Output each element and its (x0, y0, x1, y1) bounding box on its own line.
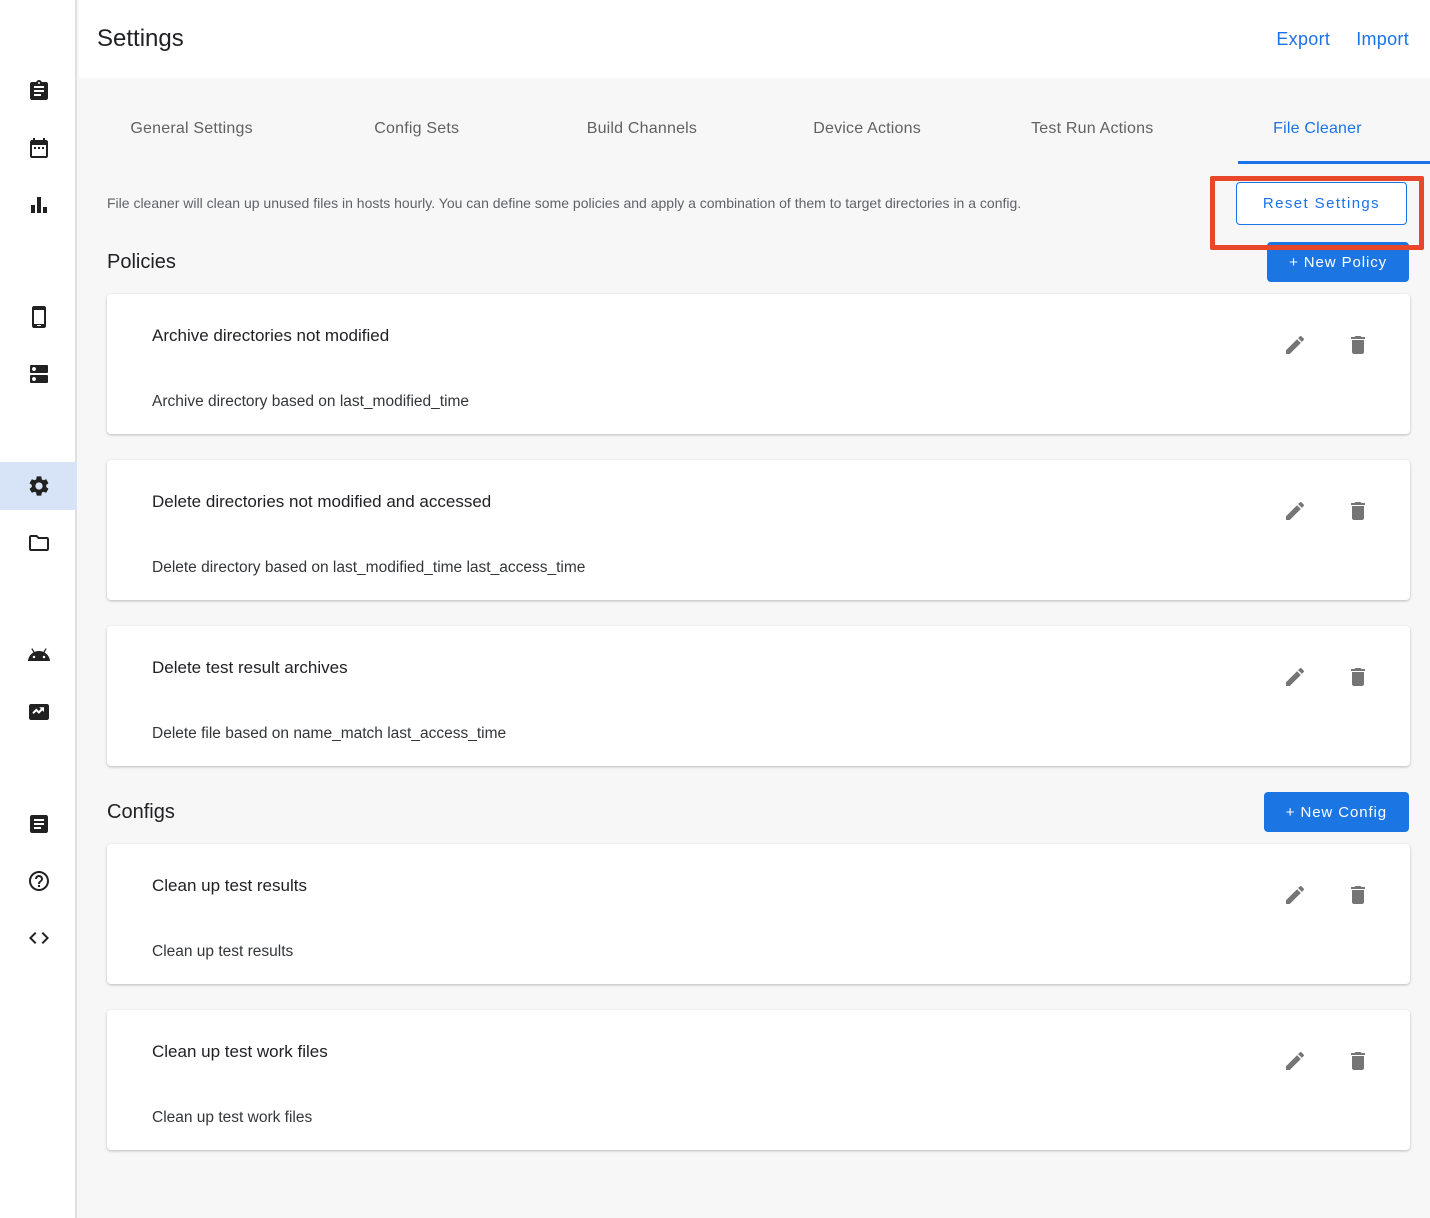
trash-icon (1346, 333, 1370, 357)
edit-config-button[interactable] (1282, 1049, 1308, 1075)
pulse-chart-icon (27, 700, 51, 724)
help-icon (27, 869, 51, 893)
tab-build-channels[interactable]: Build Channels (529, 120, 754, 164)
config-subtitle: Clean up test results (152, 943, 307, 961)
import-link[interactable]: Import (1356, 29, 1409, 50)
android-icon (27, 643, 51, 667)
edit-policy-button[interactable] (1282, 333, 1308, 359)
policy-subtitle: Delete file based on name_match last_acc… (152, 725, 506, 743)
export-link[interactable]: Export (1276, 29, 1330, 50)
dns-icon (27, 362, 51, 386)
configs-heading: Configs (107, 801, 175, 824)
sidebar-item-help[interactable] (0, 857, 77, 905)
delete-policy-button[interactable] (1345, 665, 1371, 691)
clipboard-icon (27, 79, 51, 103)
pencil-icon (1283, 665, 1307, 689)
policies-section-header: Policies + New Policy (79, 242, 1430, 282)
article-icon (27, 812, 51, 836)
pencil-icon (1283, 333, 1307, 357)
pencil-icon (1283, 499, 1307, 523)
delete-config-button[interactable] (1345, 883, 1371, 909)
delete-policy-button[interactable] (1345, 499, 1371, 525)
page-header: Settings Export Import (79, 0, 1430, 78)
settings-tab-bar: General Settings Config Sets Build Chann… (79, 78, 1430, 164)
reset-settings-button[interactable]: Reset Settings (1236, 182, 1407, 225)
tab-test-run-actions[interactable]: Test Run Actions (980, 120, 1205, 164)
trash-icon (1346, 499, 1370, 523)
smartphone-icon (27, 305, 51, 329)
edit-policy-button[interactable] (1282, 499, 1308, 525)
policy-subtitle: Delete directory based on last_modified_… (152, 559, 585, 577)
trash-icon (1346, 883, 1370, 907)
new-policy-button[interactable]: + New Policy (1267, 242, 1409, 282)
sidebar (0, 0, 77, 1218)
tab-general-settings[interactable]: General Settings (79, 120, 304, 164)
file-cleaner-description-row: File cleaner will clean up unused files … (79, 164, 1430, 228)
folder-icon (27, 531, 51, 555)
pencil-icon (1283, 1049, 1307, 1073)
policy-title: Archive directories not modified (152, 326, 469, 346)
sidebar-item-reports[interactable] (0, 181, 77, 229)
sidebar-item-settings[interactable] (0, 462, 77, 510)
trash-icon (1346, 665, 1370, 689)
file-cleaner-description: File cleaner will clean up unused files … (107, 195, 1021, 211)
sidebar-item-tests[interactable] (0, 67, 77, 115)
sidebar-item-file-browser[interactable] (0, 519, 77, 567)
config-title: Clean up test results (152, 876, 307, 896)
page-title: Settings (97, 25, 184, 53)
config-card: Clean up test results Clean up test resu… (107, 844, 1410, 984)
sidebar-item-logs[interactable] (0, 800, 77, 848)
sidebar-item-devices[interactable] (0, 293, 77, 341)
header-links: Export Import (1276, 29, 1409, 50)
sidebar-item-hosts[interactable] (0, 350, 77, 398)
tab-config-sets[interactable]: Config Sets (304, 120, 529, 164)
configs-section-header: Configs + New Config (79, 792, 1430, 832)
config-title: Clean up test work files (152, 1042, 328, 1062)
new-config-button[interactable]: + New Config (1264, 792, 1409, 832)
edit-policy-button[interactable] (1282, 665, 1308, 691)
config-card: Clean up test work files Clean up test w… (107, 1010, 1410, 1150)
config-subtitle: Clean up test work files (152, 1109, 328, 1127)
delete-policy-button[interactable] (1345, 333, 1371, 359)
main-content: Settings Export Import General Settings … (79, 0, 1430, 1150)
tab-file-cleaner[interactable]: File Cleaner (1205, 120, 1430, 164)
code-icon (27, 926, 51, 950)
calendar-icon (27, 136, 51, 160)
gear-icon (27, 474, 51, 498)
bar-chart-icon (27, 193, 51, 217)
policy-title: Delete test result archives (152, 658, 506, 678)
policies-heading: Policies (107, 251, 176, 274)
sidebar-item-dev-tools[interactable] (0, 914, 77, 962)
policy-card: Delete directories not modified and acce… (107, 460, 1410, 600)
policy-title: Delete directories not modified and acce… (152, 492, 585, 512)
policy-card: Archive directories not modified Archive… (107, 294, 1410, 434)
policy-card: Delete test result archives Delete file … (107, 626, 1410, 766)
pencil-icon (1283, 883, 1307, 907)
sidebar-item-schedule[interactable] (0, 124, 77, 172)
delete-config-button[interactable] (1345, 1049, 1371, 1075)
edit-config-button[interactable] (1282, 883, 1308, 909)
tab-device-actions[interactable]: Device Actions (755, 120, 980, 164)
trash-icon (1346, 1049, 1370, 1073)
sidebar-item-android[interactable] (0, 631, 77, 679)
policy-subtitle: Archive directory based on last_modified… (152, 393, 469, 411)
sidebar-item-monitoring[interactable] (0, 688, 77, 736)
